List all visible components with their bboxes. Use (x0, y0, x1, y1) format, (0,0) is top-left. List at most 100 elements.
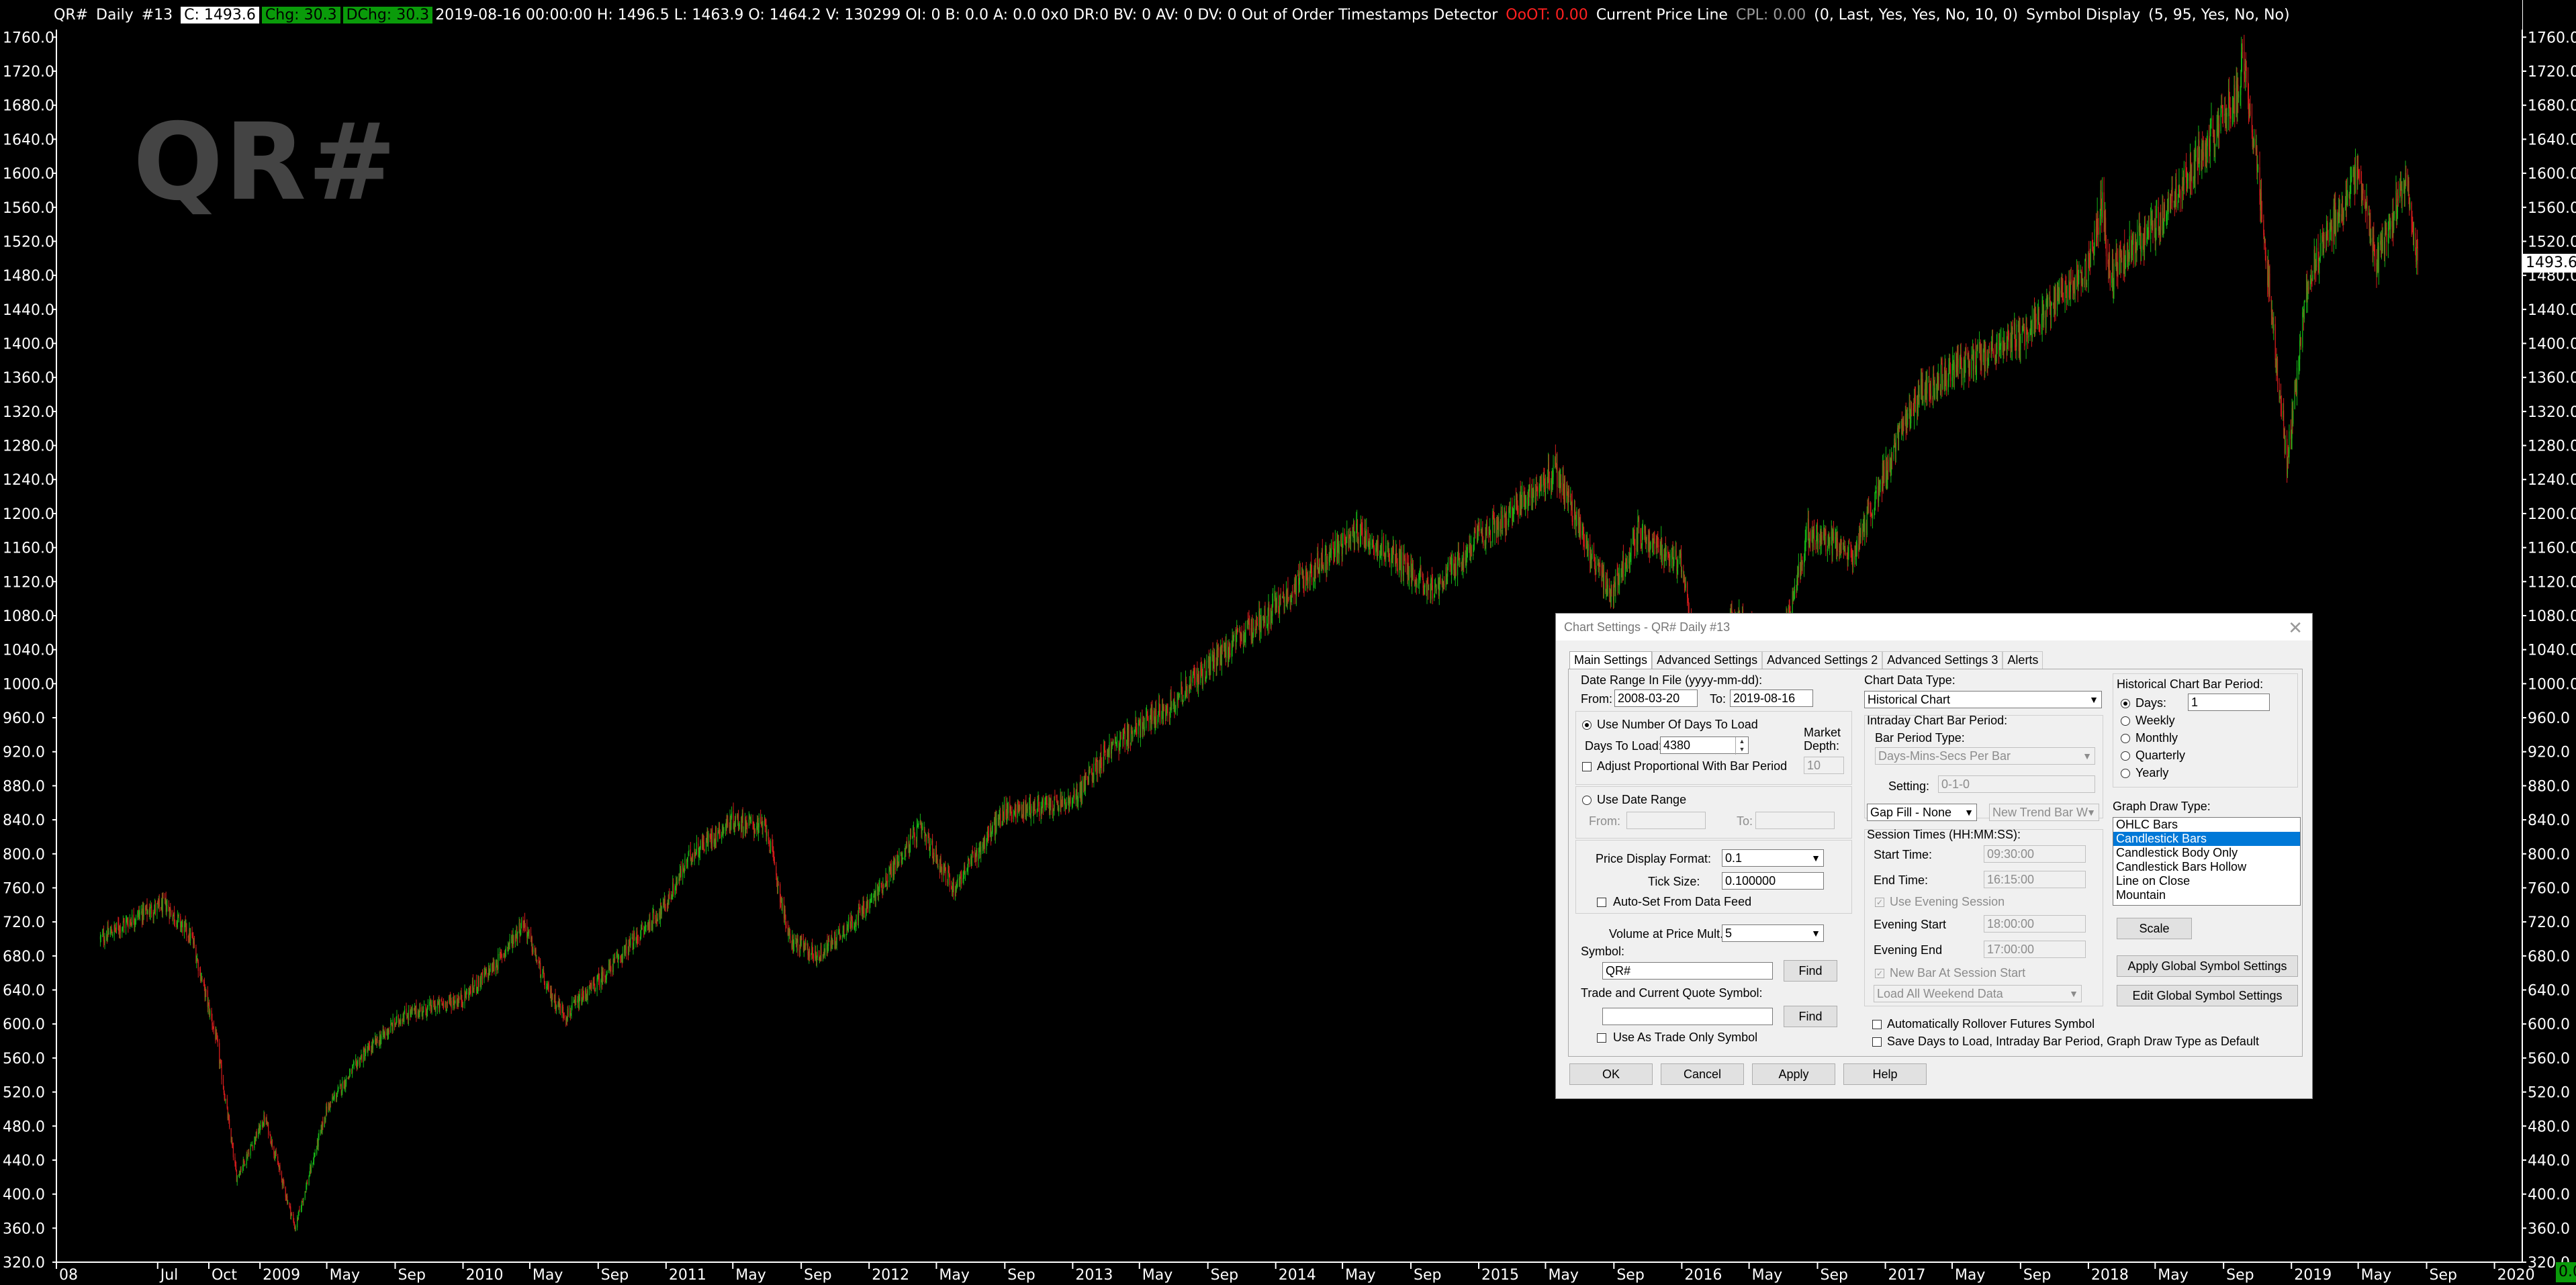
y-tick-label: 1720.0 (3, 64, 54, 81)
x-tick-label: Sep (2226, 1267, 2254, 1284)
candle-body (275, 1151, 277, 1157)
candle-body (1217, 648, 1219, 651)
candle-body (645, 926, 647, 927)
y-tick-label: 400.0 (2528, 1187, 2570, 1204)
candle-body (244, 1163, 246, 1165)
y-tick-label: 1280.0 (3, 438, 54, 455)
candle-body (528, 929, 530, 934)
y-tick-label: 640.0 (2528, 983, 2570, 1000)
candle-body (295, 1227, 296, 1229)
y-tick-label: 520.0 (3, 1085, 45, 1102)
candle-body (1097, 760, 1099, 773)
candle-body (723, 828, 725, 830)
candle-body (314, 1153, 316, 1155)
candle-body (1085, 775, 1087, 778)
candle-body (520, 929, 522, 935)
candle-body (190, 933, 191, 941)
candle-body (980, 847, 982, 855)
candle-body (762, 826, 764, 830)
x-tick-label: 2017 (1888, 1267, 1926, 1284)
candle-body (1821, 535, 1823, 541)
candle-body (240, 1168, 242, 1170)
candle-body (451, 1000, 452, 1009)
x-tick-label: May (1752, 1267, 1782, 1284)
x-tick-label: 2012 (872, 1267, 909, 1284)
candle-body (1019, 804, 1021, 810)
x-tick-label: May (1142, 1267, 1172, 1284)
candle-body (1880, 480, 1881, 484)
candle-body (147, 910, 148, 914)
candle-body (1911, 406, 1913, 408)
x-tick-label: May (735, 1267, 766, 1284)
y-tick-label: 1360.0 (2528, 370, 2576, 387)
candle-body (345, 1078, 347, 1085)
y-tick-label: 1200.0 (3, 506, 54, 523)
y-tick-label: 440.0 (2528, 1153, 2570, 1170)
candle-body (1338, 543, 1340, 555)
candle-body (1369, 542, 1371, 546)
candle-body (1798, 564, 1799, 575)
candle-body (1545, 483, 1547, 497)
candle-body (1210, 657, 1211, 670)
y-tick-label: 480.0 (2528, 1119, 2570, 1135)
candle-body (637, 939, 639, 941)
candle-body (626, 943, 627, 953)
candle-body (1039, 808, 1040, 816)
candle-body (652, 912, 653, 930)
candle-body (326, 1106, 328, 1112)
candle-body (843, 925, 845, 936)
candle-body (1868, 502, 1870, 505)
candle-body (435, 1006, 436, 1011)
candle-body (104, 939, 105, 943)
candle-body (481, 973, 484, 980)
candle-body (1167, 708, 1168, 716)
candle-body (353, 1061, 355, 1064)
candle-body (158, 899, 160, 907)
candle-body (595, 990, 596, 992)
candle-body (1549, 478, 1550, 490)
candle-body (154, 904, 156, 912)
candle-body (1942, 379, 1943, 389)
candle-body (1622, 556, 1624, 574)
candle-body (1132, 736, 1134, 739)
candle-body (840, 935, 841, 938)
y-tick-label: 880.0 (2528, 778, 2570, 795)
candle-body (1903, 423, 1904, 426)
candle-body (1498, 521, 1500, 535)
candle-body (634, 932, 635, 940)
candle-body (778, 884, 779, 885)
candle-body (1471, 546, 1472, 557)
x-tick-label: 2016 (1684, 1267, 1722, 1284)
candle-body (1949, 369, 1951, 381)
candle-body (673, 884, 674, 895)
candle-body (1377, 540, 1379, 556)
candle-body (1144, 726, 1145, 732)
y-tick-label: 960.0 (2528, 710, 2570, 727)
candle-body (692, 853, 694, 861)
candle-body (197, 961, 199, 971)
y-tick-label: 1000.0 (2528, 676, 2576, 693)
candle-body (1463, 553, 1465, 561)
candle-body (988, 834, 989, 838)
candle-body (669, 892, 670, 899)
y-tick-label: 920.0 (3, 745, 45, 761)
candle-body (186, 924, 187, 935)
y-tick-label: 920.0 (2528, 745, 2570, 761)
candle-body (813, 955, 814, 959)
candle-body (1494, 520, 1496, 534)
candle-body (1661, 553, 1663, 560)
candle-body (717, 832, 719, 841)
y-tick-label: 1680.0 (3, 98, 54, 115)
candle-body (1583, 544, 1585, 548)
candle-body (1128, 724, 1130, 742)
candle-body (1657, 544, 1659, 547)
y-tick-label: 560.0 (2528, 1051, 2570, 1067)
candle-body (1420, 567, 1422, 573)
candle-body (443, 1003, 445, 1007)
candle-body (559, 1006, 561, 1014)
y-tick-label: 400.0 (3, 1187, 45, 1204)
y-tick-label: 880.0 (3, 778, 45, 795)
candle-body (1408, 569, 1410, 579)
candle-body (1580, 520, 1581, 537)
candle-body (688, 850, 690, 852)
